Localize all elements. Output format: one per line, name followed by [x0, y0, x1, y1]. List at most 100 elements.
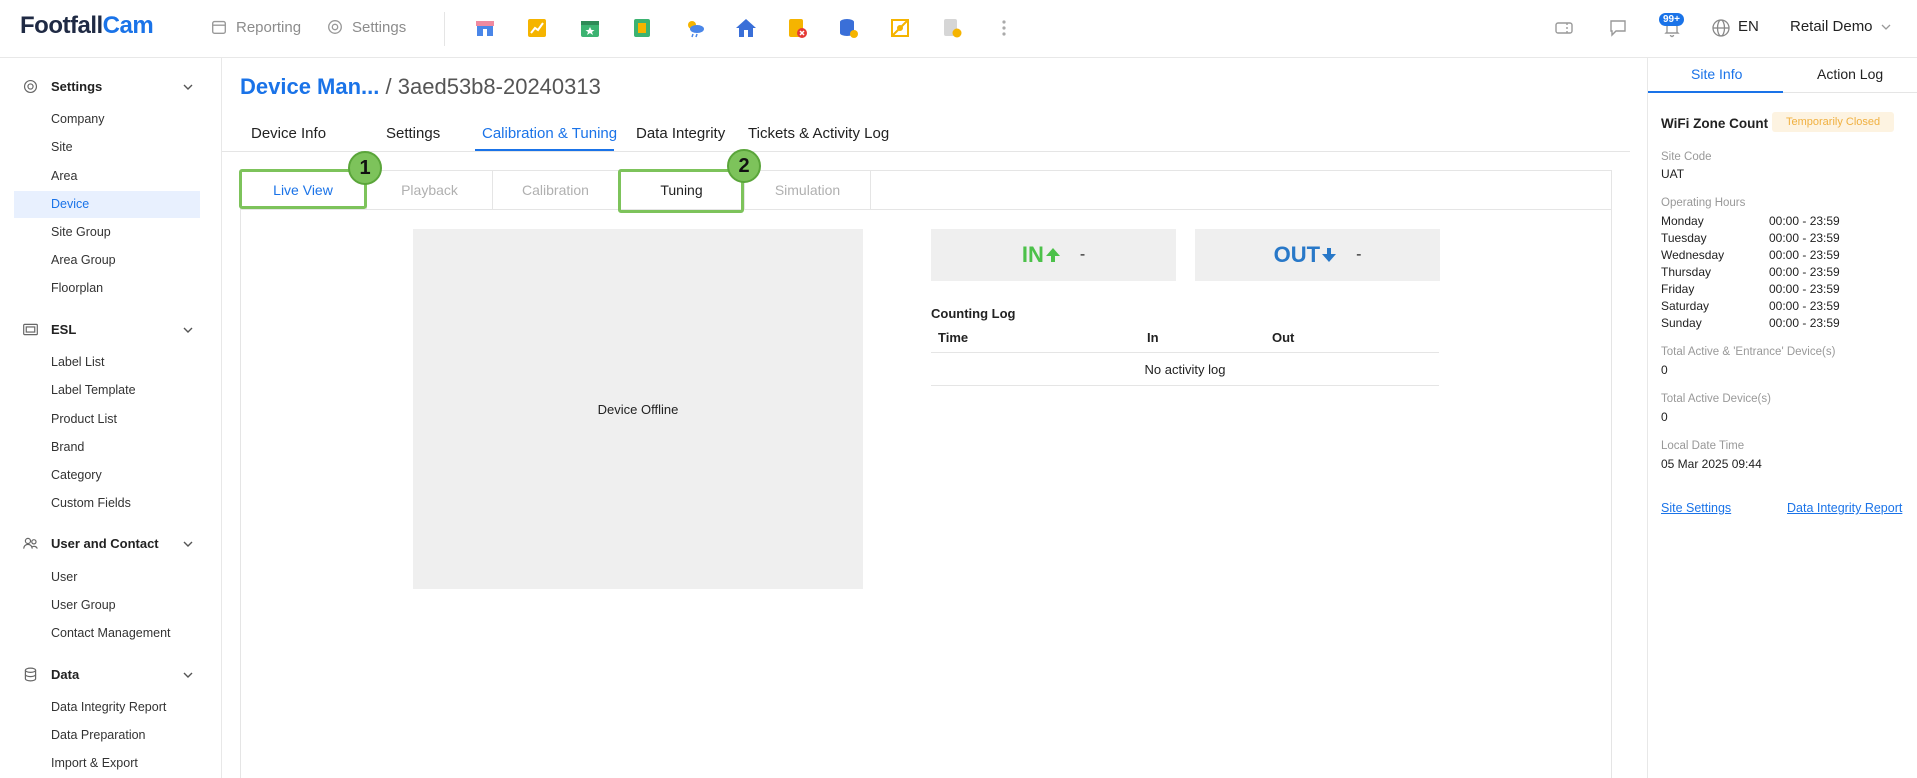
- globe-icon[interactable]: [1711, 18, 1731, 38]
- calendar-icon: [212, 20, 226, 34]
- live-video-area: Device Offline: [413, 229, 863, 589]
- logo-text-accent: Cam: [102, 12, 154, 39]
- tab-site-info[interactable]: Site Info: [1691, 66, 1742, 82]
- sidebar-item-user[interactable]: User: [14, 564, 200, 591]
- out-count-box: OUT -: [1195, 229, 1440, 281]
- report-icon[interactable]: [631, 17, 653, 39]
- hours-day: Friday: [1661, 282, 1695, 296]
- gear-icon: [23, 79, 38, 94]
- tab-action-log[interactable]: Action Log: [1817, 66, 1883, 82]
- sidebar-item-user-group[interactable]: User Group: [14, 592, 200, 619]
- sidebar-item-data-preparation[interactable]: Data Preparation: [14, 722, 200, 749]
- sidebar-item-floorplan[interactable]: Floorplan: [14, 275, 200, 302]
- logo[interactable]: FootfallCam: [20, 12, 154, 40]
- entrance-devices-value: 0: [1661, 363, 1668, 377]
- local-datetime-label: Local Date Time: [1661, 440, 1745, 452]
- operating-hours-label: Operating Hours: [1661, 197, 1746, 209]
- sidebar-item-category[interactable]: Category: [14, 462, 200, 489]
- site-title: WiFi Zone Count: [1661, 116, 1769, 131]
- logo-text: Footfall: [20, 12, 103, 39]
- chevron-down-icon: [183, 672, 193, 678]
- site-settings-link[interactable]: Site Settings: [1661, 501, 1731, 515]
- sidebar-item-brand[interactable]: Brand: [14, 434, 200, 461]
- top-bar: FootfallCam Reporting Settings 99+ EN Re…: [0, 0, 1917, 58]
- hours-day: Saturday: [1661, 299, 1710, 313]
- active-tab-indicator: [475, 149, 614, 151]
- sidebar-section-settings[interactable]: Settings: [22, 78, 194, 95]
- notification-badge: 99+: [1659, 13, 1684, 26]
- sidebar-section-esl[interactable]: ESL: [22, 321, 194, 338]
- subtab-playback[interactable]: Playback: [367, 171, 493, 209]
- tab-tickets-activity-log[interactable]: Tickets & Activity Log: [748, 125, 889, 142]
- nav-reporting[interactable]: Reporting: [210, 18, 301, 36]
- tab-data-integrity[interactable]: Data Integrity: [636, 125, 725, 142]
- sidebar-section-title: User and Contact: [51, 536, 159, 551]
- database-icon[interactable]: [837, 17, 859, 39]
- breadcrumb-parent[interactable]: Device Man...: [240, 74, 379, 99]
- sidebar-item-contact-management[interactable]: Contact Management: [14, 620, 200, 647]
- local-datetime-value: 05 Mar 2025 09:44: [1661, 457, 1762, 471]
- table-divider: [931, 352, 1439, 353]
- tab-device-info[interactable]: Device Info: [251, 125, 326, 142]
- sidebar-item-label-template[interactable]: Label Template: [14, 377, 200, 404]
- ticket-icon[interactable]: [1554, 18, 1574, 38]
- in-label: IN: [1022, 242, 1062, 268]
- more-icon[interactable]: [993, 17, 1015, 39]
- active-devices-value: 0: [1661, 410, 1668, 424]
- weather-icon[interactable]: [684, 17, 706, 39]
- out-count-value: -: [1356, 246, 1362, 263]
- arrow-down-icon: [1322, 248, 1337, 262]
- site-code-label: Site Code: [1661, 151, 1712, 163]
- sidebar-item-label-list[interactable]: Label List: [14, 349, 200, 376]
- account-menu[interactable]: Retail Demo: [1790, 18, 1891, 35]
- site-code-value: UAT: [1661, 167, 1685, 181]
- sidebar-section-user-contact[interactable]: User and Contact: [22, 535, 194, 552]
- calendar-app-icon[interactable]: [579, 17, 601, 39]
- column-header-time: Time: [938, 330, 969, 345]
- language-selector[interactable]: EN: [1738, 18, 1759, 35]
- gear-icon: [328, 20, 342, 34]
- data-integrity-report-link[interactable]: Data Integrity Report: [1787, 501, 1902, 515]
- sidebar-item-data-integrity-report[interactable]: Data Integrity Report: [14, 694, 200, 721]
- hours-time: 00:00 - 23:59: [1769, 299, 1840, 313]
- in-count-value: -: [1079, 246, 1086, 263]
- sidebar-item-custom-fields[interactable]: Custom Fields: [14, 490, 200, 517]
- sidebar-section-data[interactable]: Data: [22, 666, 194, 683]
- sidebar-item-site-group[interactable]: Site Group: [14, 219, 200, 246]
- export-doc-icon[interactable]: [941, 17, 963, 39]
- hours-day: Wednesday: [1661, 248, 1725, 262]
- chat-icon[interactable]: [1608, 18, 1628, 38]
- sidebar-item-device[interactable]: Device: [14, 191, 200, 218]
- sidebar-item-area-group[interactable]: Area Group: [14, 247, 200, 274]
- device-status-text: Device Offline: [597, 401, 679, 417]
- network-icon[interactable]: [889, 17, 911, 39]
- sidebar-item-site[interactable]: Site: [14, 134, 200, 161]
- chart-icon[interactable]: [526, 17, 548, 39]
- chevron-down-icon: [183, 541, 193, 547]
- sidebar-item-company[interactable]: Company: [14, 106, 200, 133]
- tab-calibration-tuning[interactable]: Calibration & Tuning: [482, 125, 617, 142]
- nav-settings[interactable]: Settings: [326, 18, 406, 36]
- active-devices-label: Total Active Device(s): [1661, 393, 1771, 405]
- nav-reporting-label: Reporting: [236, 18, 302, 36]
- sidebar-item-import-export[interactable]: Import & Export: [14, 750, 200, 777]
- in-count-box: IN -: [931, 229, 1176, 281]
- tab-settings[interactable]: Settings: [386, 125, 440, 142]
- sidebar-item-area[interactable]: Area: [14, 163, 200, 190]
- step-marker-1: 1: [348, 151, 382, 185]
- subtab-calibration[interactable]: Calibration: [493, 171, 619, 209]
- highlight-tuning: [618, 169, 744, 213]
- alert-doc-icon[interactable]: [786, 17, 808, 39]
- store-icon[interactable]: [474, 17, 496, 39]
- sidebar-section-title: Data: [51, 667, 80, 682]
- sidebar-item-product-list[interactable]: Product List: [14, 406, 200, 433]
- hours-time: 00:00 - 23:59: [1769, 248, 1840, 262]
- sidebar-section-title: Settings: [51, 79, 103, 94]
- out-label: OUT: [1274, 242, 1338, 268]
- home-icon[interactable]: [735, 17, 757, 39]
- breadcrumb-separator: /: [385, 74, 392, 99]
- subtab-simulation[interactable]: Simulation: [745, 171, 871, 209]
- hours-time: 00:00 - 23:59: [1769, 231, 1840, 245]
- step-marker-2: 2: [727, 149, 761, 183]
- tab-divider: [222, 151, 1630, 152]
